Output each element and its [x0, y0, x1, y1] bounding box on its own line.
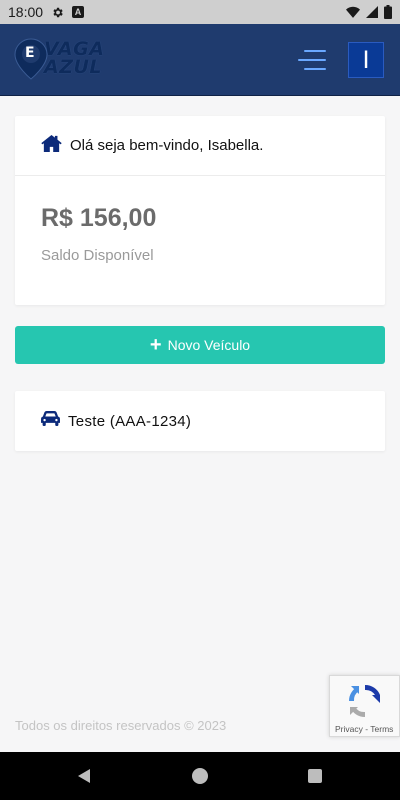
avatar-initial: I [362, 46, 370, 74]
status-time: 18:00 [8, 4, 44, 20]
new-vehicle-label: Novo Veículo [167, 337, 251, 353]
home-icon [41, 134, 62, 157]
vaga-azul-logo[interactable]: E VAGA AZUL [14, 38, 124, 84]
logo-text: VAGA AZUL [44, 40, 104, 78]
recent-apps-icon[interactable] [308, 769, 322, 783]
status-bar: 18:00 A [0, 0, 400, 24]
balance-value: R$ 156,00 [41, 204, 157, 232]
gear-icon [51, 6, 64, 19]
recaptcha-icon [348, 684, 380, 718]
welcome-header: Olá seja bem-vindo, Isabella. [15, 116, 385, 176]
welcome-greeting: Olá seja bem-vindo, Isabella. [70, 137, 264, 154]
new-vehicle-button[interactable]: + Novo Veículo [15, 326, 385, 364]
balance-label: Saldo Disponível [41, 247, 154, 264]
welcome-card: Olá seja bem-vindo, Isabella. R$ 156,00 … [15, 116, 385, 305]
logo-letter: E [25, 45, 35, 61]
battery-icon [384, 5, 392, 19]
vehicle-label: Teste (AAA-1234) [68, 412, 192, 430]
recaptcha-badge[interactable]: Privacy - Terms [329, 675, 400, 737]
a-box-icon: A [72, 6, 85, 18]
hamburger-menu-icon[interactable] [296, 46, 330, 74]
car-icon [41, 411, 60, 431]
wifi-icon [346, 6, 360, 18]
app-header: E VAGA AZUL I [0, 24, 400, 96]
plus-icon: + [149, 334, 162, 356]
android-nav-bar [0, 752, 400, 800]
logo-line-2: AZUL [44, 56, 103, 78]
home-nav-icon[interactable] [192, 768, 208, 784]
recaptcha-links[interactable]: Privacy - Terms [335, 724, 393, 734]
signal-icon [366, 6, 378, 18]
user-avatar-button[interactable]: I [348, 42, 384, 78]
footer-copyright: Todos os direitos reservados © 2023 [15, 718, 227, 733]
vehicle-card[interactable]: Teste (AAA-1234) [15, 391, 385, 451]
back-icon[interactable] [76, 768, 92, 784]
